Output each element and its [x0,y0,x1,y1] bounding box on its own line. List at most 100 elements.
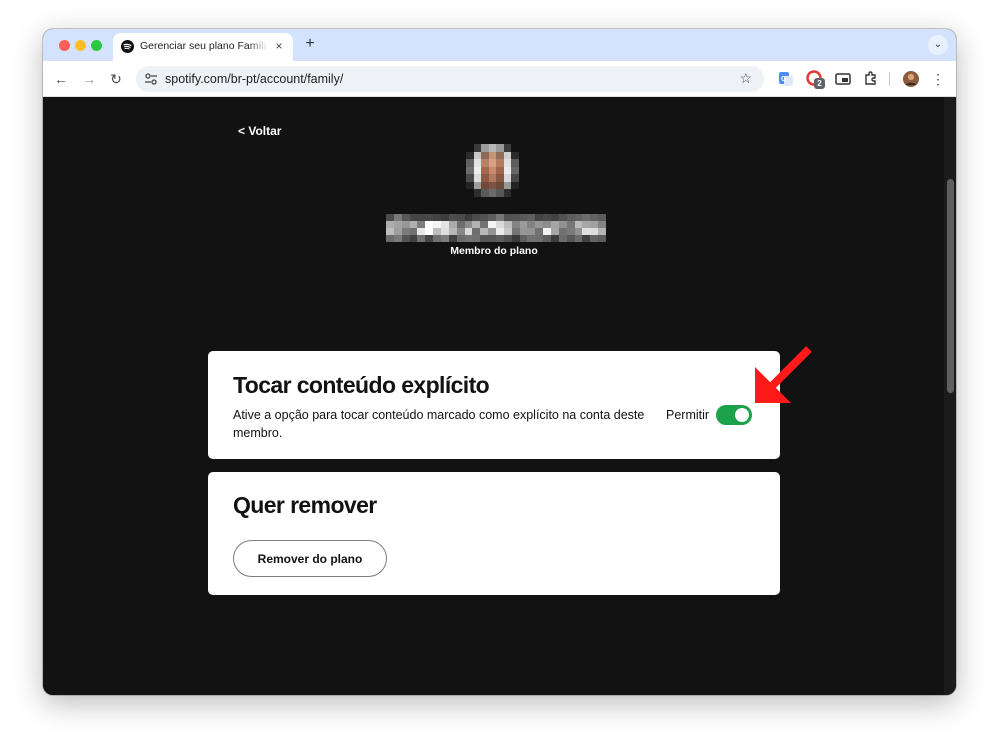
extensions-puzzle-icon[interactable] [861,69,881,89]
name-pixel [433,221,441,228]
tab-strip: Gerenciar seu plano Família - × + ⌄ [43,29,956,61]
name-pixel [441,214,449,221]
page-scrollbar[interactable] [944,97,956,695]
name-pixel [519,221,528,228]
avatar-pixel [481,189,489,197]
avatar-pixel [488,189,497,197]
name-pixel [393,228,402,235]
member-avatar [466,144,519,197]
translate-icon[interactable]: G [776,69,796,89]
tab-active[interactable]: Gerenciar seu plano Família - × [113,33,293,61]
name-pixel [464,221,473,228]
name-pixel [543,235,551,242]
avatar-pixel [473,166,482,175]
avatar-pixel [466,181,474,190]
name-pixel [566,228,575,235]
name-pixel [488,235,496,242]
avatar-pixel [481,144,489,152]
name-pixel [527,214,536,221]
name-pixel [511,235,520,242]
avatar-pixel [473,189,482,197]
name-pixel [496,235,504,242]
back-link[interactable]: < Voltar [238,124,281,138]
name-pixel [527,228,536,235]
name-pixel [496,228,504,235]
name-pixel [527,235,536,242]
toggle-knob [735,408,749,422]
avatar-pixel [466,151,474,160]
name-pixel [527,221,536,228]
name-pixel [441,221,449,228]
remove-member-title: Quer remover [233,492,377,518]
allow-toggle-label: Permitir [666,408,710,422]
name-pixel [566,214,575,221]
avatar-pixel [503,166,512,175]
name-pixel [456,214,465,221]
avatar-pixel [496,151,504,160]
avatar-pixel [503,174,512,182]
name-pixel [386,221,394,228]
bookmark-star-icon[interactable]: ☆ [739,70,752,87]
avatar-pixel [466,166,474,175]
avatar-pixel [488,174,497,182]
name-pixel [511,228,520,235]
name-pixel [574,235,583,242]
forward-arrow-icon[interactable]: → [80,70,98,88]
member-role: Membro do plano [450,245,538,257]
extension-badge-count: 2 [814,78,825,89]
avatar-pixel [488,159,497,167]
minimize-window-button[interactable] [75,40,86,51]
name-pixel [558,228,567,235]
remove-from-plan-button[interactable]: Remover do plano [233,540,387,577]
explicit-content-toggle[interactable] [716,405,752,425]
name-pixel [409,228,418,235]
profile-avatar-icon[interactable] [901,69,921,89]
name-pixel [456,221,465,228]
name-pixel [558,214,567,221]
name-pixel [488,228,496,235]
zoom-window-button[interactable] [91,40,102,51]
avatar-pixel [466,144,474,152]
avatar-pixel [496,159,504,167]
name-pixel [393,221,402,228]
name-pixel [558,221,567,228]
picture-in-picture-icon[interactable] [833,69,853,89]
extension-badge-icon[interactable]: 2 [805,69,825,89]
name-pixel [393,214,402,221]
back-arrow-icon[interactable]: ← [52,70,70,88]
name-pixel [519,235,528,242]
name-pixel [433,214,441,221]
name-pixel [590,235,599,242]
name-pixel [551,228,559,235]
name-pixel [448,228,457,235]
name-pixel [464,228,473,235]
name-pixel [566,221,575,228]
tune-icon[interactable] [144,72,158,86]
name-pixel [598,228,606,235]
tab-search-button[interactable]: ⌄ [928,35,948,55]
name-pixel [472,221,481,228]
avatar-pixel [481,181,489,190]
avatar-pixel [473,181,482,190]
name-pixel [386,228,394,235]
browser-menu-icon[interactable]: ⋮ [929,70,947,88]
name-pixel [496,221,504,228]
avatar-pixel [473,144,482,152]
name-pixel [386,235,394,242]
new-tab-button[interactable]: + [303,36,317,52]
name-pixel [582,221,591,228]
name-pixel [582,235,591,242]
avatar-pixel [473,174,482,182]
name-pixel [433,235,441,242]
close-tab-icon[interactable]: × [273,40,285,52]
name-pixel [519,228,528,235]
close-window-button[interactable] [59,40,70,51]
reload-icon[interactable]: ↻ [107,70,125,88]
name-pixel [574,214,583,221]
name-pixel [425,235,434,242]
name-pixel [590,214,599,221]
name-pixel [464,235,473,242]
address-bar[interactable]: spotify.com/br-pt/account/family/ ☆ [136,66,764,92]
name-pixel [441,228,449,235]
scrollbar-thumb[interactable] [947,179,954,393]
